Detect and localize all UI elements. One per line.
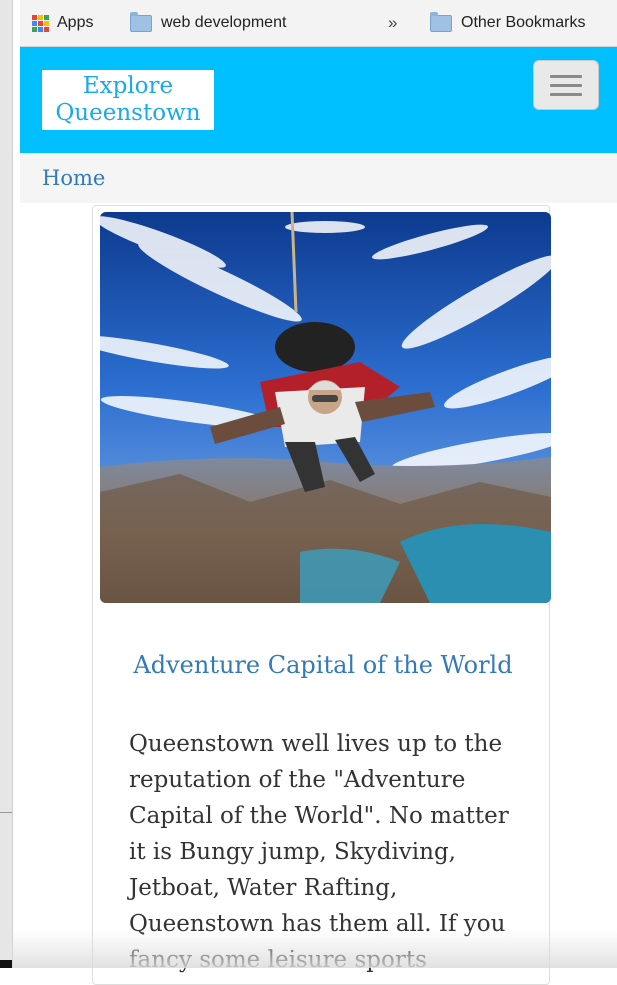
bookmarks-overflow-chevron-icon[interactable]: »	[388, 13, 397, 33]
folder-icon	[130, 11, 152, 32]
card-description: Queenstown well lives up to the reputati…	[129, 731, 509, 973]
bookmark-web-development[interactable]: web development	[130, 11, 287, 32]
navbar-toggle-button[interactable]	[533, 60, 599, 110]
skydiving-photo	[100, 212, 551, 603]
breadcrumb: Home	[20, 153, 617, 203]
bookmark-apps-label: Apps	[57, 14, 94, 31]
bookmark-web-development-label: web development	[161, 14, 287, 31]
brand-line-1: Explore	[82, 73, 174, 99]
page-left-edge	[0, 0, 13, 968]
breadcrumb-home-link[interactable]: Home	[42, 166, 105, 190]
bookmark-apps[interactable]: Apps	[32, 14, 93, 32]
bookmark-other-bookmarks-label: Other Bookmarks	[461, 14, 586, 31]
brand-line-2: Queenstown	[55, 100, 201, 126]
bookmark-other-bookmarks[interactable]: Other Bookmarks	[430, 11, 586, 32]
apps-grid-icon	[32, 14, 49, 32]
adventure-card: Adventure Capital of the World Queenstow…	[92, 205, 551, 985]
edge-notch	[0, 812, 12, 813]
brand-logo-link[interactable]: Explore Queenstown	[42, 70, 214, 130]
bookmarks-bar: Apps web development » Other Bookmarks	[20, 0, 617, 47]
edge-corner	[0, 960, 12, 968]
folder-icon	[430, 11, 452, 32]
overflow-label: »	[388, 13, 398, 32]
site-navbar: Explore Queenstown	[20, 47, 617, 153]
card-title: Adventure Capital of the World	[133, 650, 513, 679]
